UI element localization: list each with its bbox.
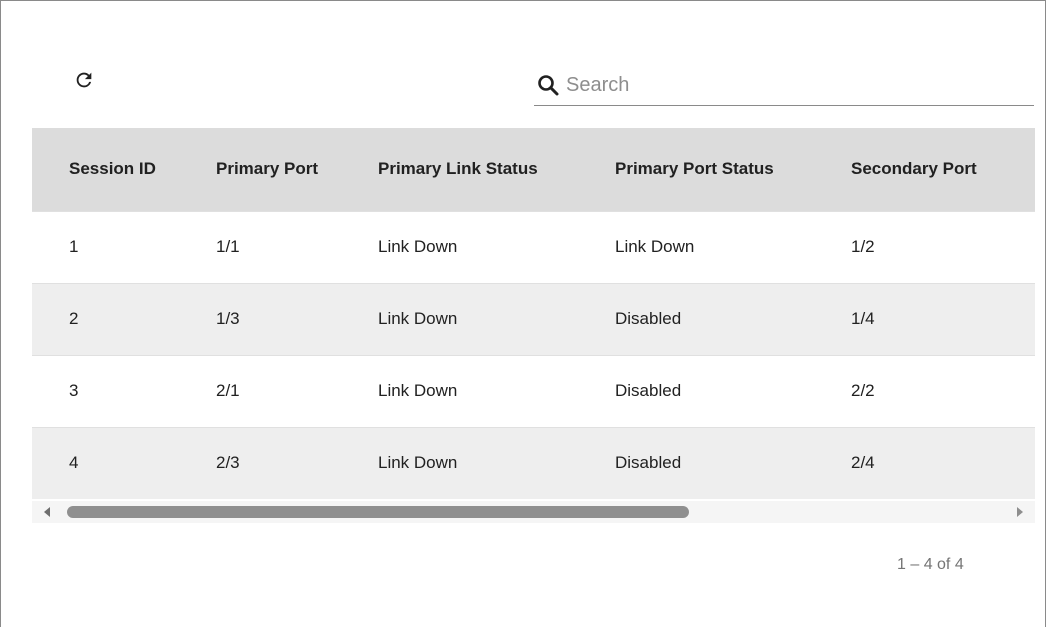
cell-secondary-port: 2/2: [851, 381, 875, 400]
cell-session-id: 2: [69, 309, 79, 328]
table-row[interactable]: 2 1/3 Link Down Disabled 1/4: [32, 283, 1035, 355]
column-header-primary-link-status[interactable]: Primary Link Status: [341, 128, 578, 211]
scroll-left-arrow-icon[interactable]: [44, 507, 50, 517]
refresh-icon: [76, 72, 92, 88]
cell-primary-port-status: Disabled: [615, 453, 682, 473]
cell-session-id: 4: [69, 453, 79, 473]
cell-primary-port: 1/1: [216, 237, 240, 256]
cell-primary-link-status: Link Down: [378, 453, 458, 473]
search-input[interactable]: [566, 73, 986, 97]
cell-primary-port: 2/1: [216, 381, 240, 400]
pagination-range: 1 – 4 of 4: [897, 556, 964, 573]
cell-primary-port-status: Disabled: [615, 309, 682, 328]
cell-session-id: 1: [69, 237, 79, 256]
cell-secondary-port: 2/4: [851, 453, 875, 473]
cell-primary-link-status: Link Down: [378, 237, 458, 256]
cell-primary-link-status: Link Down: [378, 381, 458, 400]
column-header-primary-port-status[interactable]: Primary Port Status: [578, 128, 814, 211]
cell-primary-port: 1/3: [216, 309, 240, 328]
rstp-sessions-panel: Session ID Primary Port Primary Link Sta…: [0, 0, 1046, 627]
search-field: [534, 65, 1034, 106]
scrollbar-thumb[interactable]: [67, 506, 689, 518]
cell-primary-link-status: Link Down: [378, 309, 458, 328]
table-row[interactable]: 1 1/1 Link Down Link Down 1/2: [32, 211, 1035, 283]
column-header-secondary-port[interactable]: Secondary Port: [814, 128, 1035, 211]
table-header-row: Session ID Primary Port Primary Link Sta…: [32, 128, 1035, 211]
column-header-primary-port[interactable]: Primary Port: [179, 128, 341, 211]
table-row[interactable]: 4 2/3 Link Down Disabled 2/4: [32, 427, 1035, 499]
cell-session-id: 3: [69, 381, 79, 400]
table-row[interactable]: 3 2/1 Link Down Disabled 2/2: [32, 355, 1035, 427]
horizontal-scrollbar[interactable]: [32, 501, 1035, 523]
cell-secondary-port: 1/4: [851, 309, 875, 328]
sessions-table-container: Session ID Primary Port Primary Link Sta…: [32, 128, 1035, 500]
cell-primary-port-status: Disabled: [615, 381, 682, 400]
column-header-session-id[interactable]: Session ID: [32, 128, 179, 211]
cell-primary-port: 2/3: [216, 453, 240, 473]
cell-secondary-port: 1/2: [851, 237, 875, 256]
cell-primary-port-status: Link Down: [615, 237, 695, 256]
scroll-right-arrow-icon[interactable]: [1017, 507, 1023, 517]
sessions-table: Session ID Primary Port Primary Link Sta…: [32, 128, 1035, 499]
refresh-button[interactable]: [73, 69, 95, 91]
search-icon: [536, 73, 560, 97]
